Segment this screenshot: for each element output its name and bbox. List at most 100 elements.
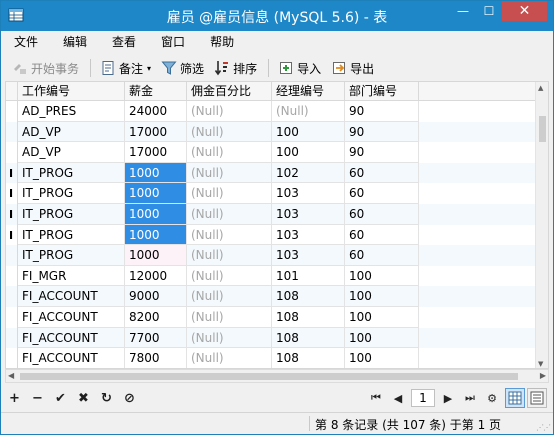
table-row[interactable]: FI_MGR 12000 (Null) 101 100 [6,265,538,287]
manager-id-cell[interactable]: 100 [272,121,345,143]
salary-cell[interactable]: 7800 [125,348,187,368]
table-row[interactable]: I IT_PROG 1000 (Null) 103 60 [6,204,538,225]
page-number-input[interactable]: 1 [411,389,435,407]
discard-changes-button[interactable]: ✖ [72,387,95,409]
salary-cell[interactable]: 1000 [125,162,187,184]
table-row[interactable]: AD_VP 17000 (Null) 100 90 [6,121,538,143]
department-id-cell[interactable]: 100 [345,327,419,349]
row-selector[interactable] [6,348,18,368]
stop-button[interactable]: ⊘ [118,387,141,409]
vertical-scroll-thumb[interactable] [539,116,546,142]
scroll-left-icon[interactable]: ◀ [8,371,14,380]
salary-cell[interactable]: 1000 [125,224,187,246]
commission-pct-cell[interactable]: (Null) [187,101,272,122]
salary-cell[interactable]: 9000 [125,286,187,307]
sort-button[interactable]: 排序 [211,57,260,79]
manager-id-cell[interactable]: 102 [272,162,345,184]
column-header-manager-id[interactable]: 经理编号 [272,82,345,101]
begin-transaction-button[interactable]: 开始事务 [9,57,82,79]
row-selector[interactable]: I [6,224,18,246]
salary-cell[interactable]: 8200 [125,307,187,328]
manager-id-cell[interactable]: 103 [272,224,345,246]
commission-pct-cell[interactable]: (Null) [187,142,272,163]
commission-pct-cell[interactable]: (Null) [187,265,272,287]
scroll-right-icon[interactable]: ▶ [540,371,546,380]
department-id-cell[interactable]: 90 [345,121,419,143]
table-row[interactable]: I IT_PROG 1000 (Null) 103 60 [6,224,538,246]
commission-pct-cell[interactable]: (Null) [187,327,272,349]
department-id-cell[interactable]: 60 [345,183,419,204]
manager-id-cell[interactable]: 103 [272,245,345,266]
minimize-button[interactable]: — [450,1,476,21]
add-record-button[interactable]: + [3,387,26,409]
resize-grip-icon[interactable]: ⋰⋰ [536,423,551,432]
data-grid[interactable]: 工作编号 薪金 佣金百分比 经理编号 部门编号 AD_PRES 24000 (Nul… [5,81,549,369]
department-id-cell[interactable]: 100 [345,307,419,328]
column-header-job-id[interactable]: 工作编号 [18,82,125,101]
job-id-cell[interactable]: FI_ACCOUNT [18,348,125,368]
filter-button[interactable]: 筛选 [158,57,207,79]
salary-cell[interactable]: 1000 [125,204,187,225]
department-id-cell[interactable]: 90 [345,142,419,163]
salary-cell[interactable]: 17000 [125,121,187,143]
table-row[interactable]: AD_PRES 24000 (Null) (Null) 90 [6,101,538,122]
salary-cell[interactable]: 24000 [125,101,187,122]
department-id-cell[interactable]: 60 [345,162,419,184]
job-id-cell[interactable]: FI_MGR [18,265,125,287]
row-selector[interactable] [6,245,18,266]
department-id-cell[interactable]: 60 [345,224,419,246]
row-selector[interactable] [6,327,18,349]
job-id-cell[interactable]: IT_PROG [18,224,125,246]
job-id-cell[interactable]: AD_VP [18,121,125,143]
form-view-button[interactable] [527,388,547,408]
department-id-cell[interactable]: 90 [345,101,419,122]
row-selector[interactable] [6,265,18,287]
menu-help[interactable]: 帮助 [197,31,246,53]
menu-file[interactable]: 文件 [1,31,50,53]
settings-button[interactable]: ⚙ [481,387,503,409]
memo-dropdown-icon[interactable]: ▾ [147,64,151,73]
scroll-up-icon[interactable]: ▲ [538,84,543,92]
job-id-cell[interactable]: FI_ACCOUNT [18,286,125,307]
department-id-cell[interactable]: 60 [345,245,419,266]
row-selector[interactable] [6,286,18,307]
row-selector[interactable] [6,121,18,143]
apply-changes-button[interactable]: ✔ [49,387,72,409]
refresh-button[interactable]: ↻ [95,387,118,409]
job-id-cell[interactable]: IT_PROG [18,162,125,184]
salary-cell[interactable]: 7700 [125,327,187,349]
department-id-cell[interactable]: 100 [345,286,419,307]
manager-id-cell[interactable]: 108 [272,307,345,328]
manager-id-cell[interactable]: 108 [272,327,345,349]
menu-edit[interactable]: 编辑 [50,31,99,53]
job-id-cell[interactable]: FI_ACCOUNT [18,327,125,349]
grid-view-button[interactable] [505,388,525,408]
memo-button[interactable]: 备注 ▾ [97,57,154,79]
table-row[interactable]: I IT_PROG 1000 (Null) 103 60 [6,183,538,204]
manager-id-cell[interactable]: 108 [272,348,345,368]
salary-cell[interactable]: 1000 [125,245,187,266]
first-page-button[interactable]: ⏮ [365,387,387,409]
table-row[interactable]: AD_VP 17000 (Null) 100 90 [6,142,538,163]
manager-id-cell[interactable]: 103 [272,204,345,225]
job-id-cell[interactable]: IT_PROG [18,183,125,204]
maximize-button[interactable]: ☐ [476,1,502,21]
salary-cell[interactable]: 12000 [125,265,187,287]
column-header-department-id[interactable]: 部门编号 [345,82,419,101]
column-header-commission-pct[interactable]: 佣金百分比 [187,82,272,101]
row-selector[interactable]: I [6,183,18,204]
vertical-scrollbar[interactable]: ▲ ▼ [535,82,548,368]
department-id-cell[interactable]: 100 [345,265,419,287]
row-selector[interactable]: I [6,204,18,225]
close-button[interactable]: ✕ [502,1,547,21]
manager-id-cell[interactable]: 101 [272,265,345,287]
row-selector[interactable] [6,142,18,163]
commission-pct-cell[interactable]: (Null) [187,245,272,266]
commission-pct-cell[interactable]: (Null) [187,307,272,328]
import-button[interactable]: 导入 [275,57,324,79]
commission-pct-cell[interactable]: (Null) [187,286,272,307]
export-button[interactable]: 导出 [328,57,377,79]
manager-id-cell[interactable]: 108 [272,286,345,307]
commission-pct-cell[interactable]: (Null) [187,162,272,184]
row-selector[interactable] [6,101,18,122]
